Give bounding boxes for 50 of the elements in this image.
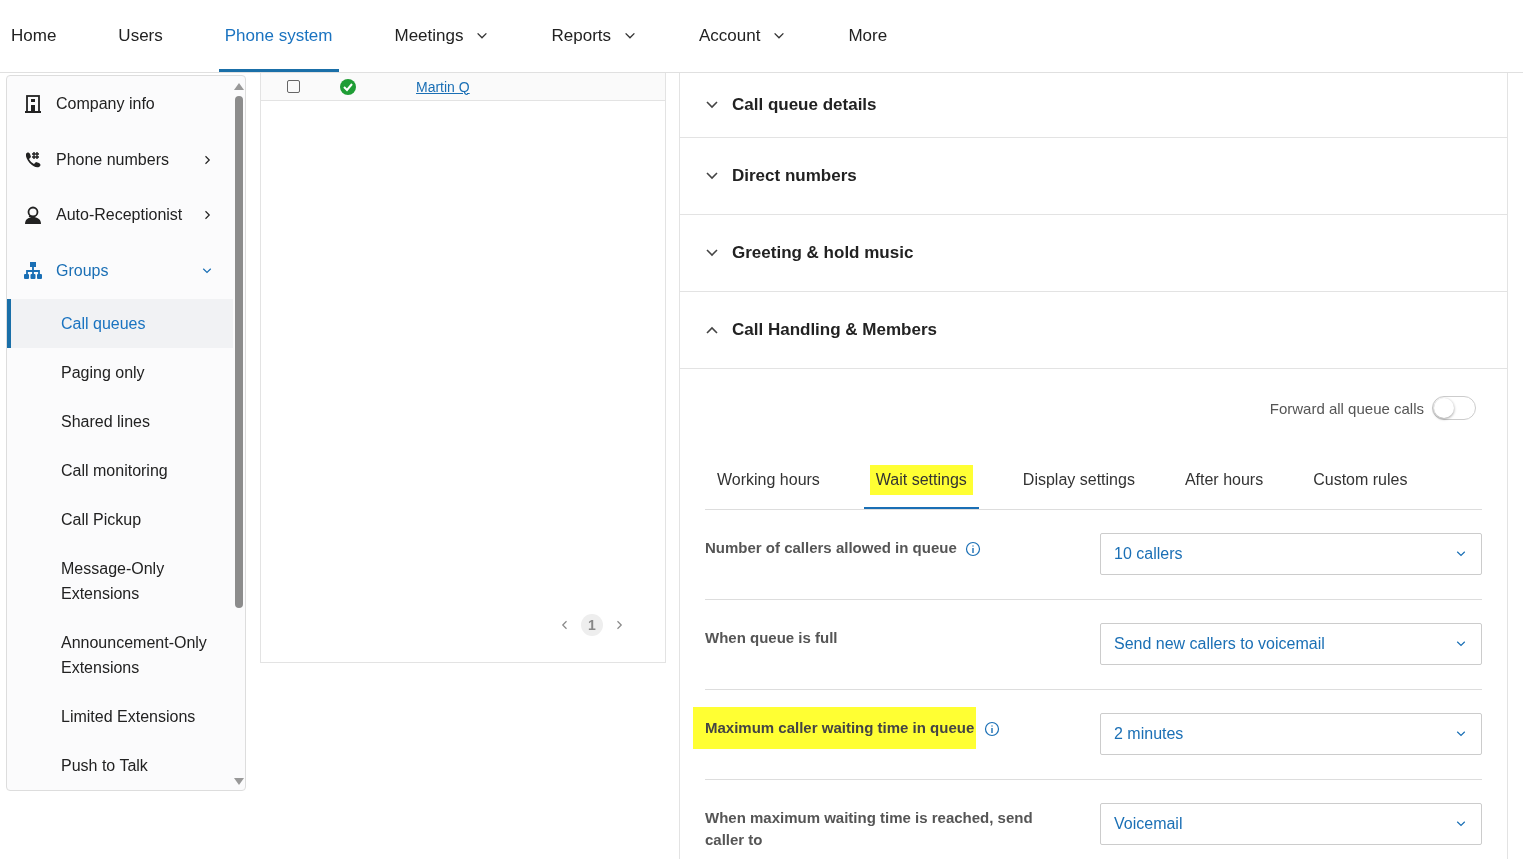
sidebar-subitem[interactable]: Message-Only Extensions <box>7 544 233 618</box>
nav-tab[interactable]: Account <box>693 0 793 72</box>
sidebar-subitem[interactable]: Call monitoring <box>7 446 233 495</box>
sidebar-subitem[interactable]: Paging only <box>7 348 233 397</box>
sidebar-subitem[interactable]: Call Pickup <box>7 495 233 544</box>
accordion-header[interactable]: Greeting & hold music <box>680 215 1507 292</box>
setting-label: Number of callers allowed in queue <box>705 538 957 558</box>
nav-tab[interactable]: Meetings <box>388 0 496 72</box>
scroll-up-icon[interactable] <box>234 82 244 90</box>
scrollbar-thumb[interactable] <box>235 96 243 608</box>
sidebar-subitem[interactable]: Announcement-Only Extensions <box>7 618 233 692</box>
check-circle-icon <box>340 78 356 95</box>
scroll-down-icon[interactable] <box>234 778 244 786</box>
name-link[interactable]: Martin Q <box>416 78 470 95</box>
sidebar-item[interactable]: Company info <box>7 76 233 132</box>
sidebar-item[interactable]: Auto-Receptionist <box>7 187 233 244</box>
nav-tab[interactable]: More <box>842 0 894 72</box>
setting-label: When queue is full <box>705 628 838 648</box>
sidebar-subitem[interactable]: Push to Talk <box>7 741 233 790</box>
toggle-switch[interactable] <box>1432 396 1476 420</box>
settings-tab[interactable]: Display settings <box>1016 453 1141 509</box>
sidebar-item[interactable]: Phone numbers <box>7 131 233 188</box>
settings-tab[interactable]: After hours <box>1178 453 1270 509</box>
accordion-header[interactable]: Call queue details <box>680 73 1507 138</box>
sidebar-subitem[interactable]: Call queues <box>7 299 233 348</box>
receptionist-icon <box>23 205 43 226</box>
info-icon[interactable] <box>984 721 1001 737</box>
sidebar-subitem[interactable]: Limited Extensions <box>7 692 233 741</box>
settings-tab[interactable]: Wait settings <box>863 453 979 509</box>
dropdown[interactable]: Send new callers to voicemail <box>1100 623 1482 665</box>
dropdown[interactable]: Voicemail <box>1100 803 1482 845</box>
nav-tab[interactable]: Home <box>5 0 63 72</box>
setting-label: When maximum waiting time is reached, send caller to <box>705 808 1034 850</box>
setting-label: Maximum caller waiting time in queue <box>693 707 977 749</box>
sidebar-subitem[interactable]: Shared lines <box>7 397 233 446</box>
building-icon <box>23 93 43 114</box>
settings-tab[interactable]: Working hours <box>705 453 826 509</box>
hierarchy-icon <box>23 261 43 282</box>
toggle-label: Forward all queue calls <box>1269 399 1424 417</box>
nav-tab[interactable]: Users <box>112 0 169 72</box>
row-checkbox[interactable] <box>287 80 300 93</box>
dropdown[interactable]: 2 minutes <box>1100 713 1482 755</box>
phone-hash-icon <box>23 149 43 170</box>
dropdown[interactable]: 10 callers <box>1100 533 1482 575</box>
settings-tab[interactable]: Custom rules <box>1307 453 1414 509</box>
accordion-header[interactable]: Call Handling & Members <box>680 292 1507 369</box>
sidebar-item[interactable]: Groups <box>7 243 233 299</box>
info-icon[interactable] <box>964 541 981 557</box>
nav-tab[interactable]: Reports <box>545 0 643 72</box>
accordion-header[interactable]: Direct numbers <box>680 138 1507 215</box>
